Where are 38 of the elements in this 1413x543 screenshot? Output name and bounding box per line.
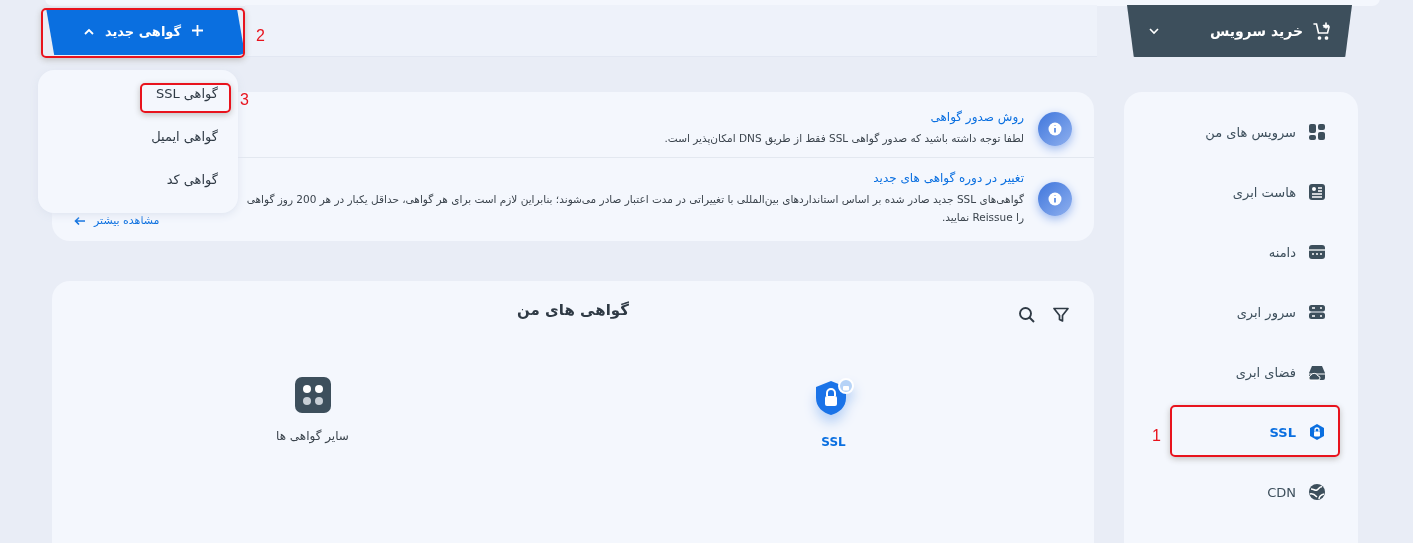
shield-lock-icon — [1308, 423, 1326, 441]
certificate-tile[interactable]: سایر گواهی ها — [52, 377, 573, 449]
section-title: گواهی های من — [517, 301, 629, 319]
notice-text: گواهی‌های SSL جدید صادر شده بر اساس استانداردهای بین‌المللی با تغییراتی در مدت اعتبار صادر می‌شوند؛ بنابراین لازم است برای هر گواهی، حداقل یکبار در هر 200 روز گواهی را Reissue نمایید. — [245, 192, 1024, 226]
sidebar-item[interactable]: دامنه — [1168, 222, 1358, 282]
step-number: 3 — [240, 91, 249, 109]
sidebar-item[interactable]: CDN — [1168, 462, 1358, 522]
sidebar-item[interactable]: سرور ابری — [1168, 282, 1358, 342]
server-card-icon — [1308, 183, 1326, 201]
menu-item[interactable]: گواهی SSL — [38, 86, 238, 129]
menu-item[interactable]: گواهی کد — [38, 172, 238, 215]
sidebar-item[interactable]: SSL — [1168, 402, 1358, 462]
certificate-tile[interactable]: SSL — [573, 377, 1094, 449]
info-icon — [1038, 181, 1072, 216]
search-icon[interactable] — [1018, 306, 1036, 324]
step-number: 1 — [1152, 427, 1161, 445]
step-number: 2 — [256, 27, 265, 45]
notice-text: لطفا توجه داشته باشید که صدور گواهی SSL فقط از طریق DNS امکان‌پذیر است. — [664, 131, 1024, 147]
sidebar-item[interactable]: هاست ابری — [1168, 162, 1358, 222]
buy-service-button[interactable]: خرید سرویس — [1127, 5, 1352, 57]
chevron-icon — [82, 27, 95, 36]
filter-icon[interactable] — [1052, 306, 1070, 324]
globe-icon — [1308, 483, 1326, 501]
server-icon — [1308, 303, 1326, 321]
info-icon — [1038, 111, 1072, 146]
arrow-left-icon — [74, 215, 86, 226]
cart-icon — [1313, 22, 1332, 40]
notice-title: روش صدور گواهی — [930, 110, 1024, 124]
menu-item[interactable]: گواهی ایمیل — [38, 129, 238, 172]
sidebar-item[interactable]: فضای ابری — [1168, 342, 1358, 402]
sidebar-item[interactable]: سرویس های من — [1168, 102, 1358, 162]
cloud-drive-icon — [1308, 363, 1326, 381]
domain-icon — [1308, 243, 1326, 261]
notice-title: تغییر در دوره گواهی های جدید — [873, 171, 1024, 185]
chevron-icon — [1147, 27, 1160, 35]
dashboard-icon — [1308, 123, 1326, 141]
grid-icon — [294, 377, 331, 413]
see-more-link[interactable]: مشاهده بیشتر — [74, 214, 160, 227]
